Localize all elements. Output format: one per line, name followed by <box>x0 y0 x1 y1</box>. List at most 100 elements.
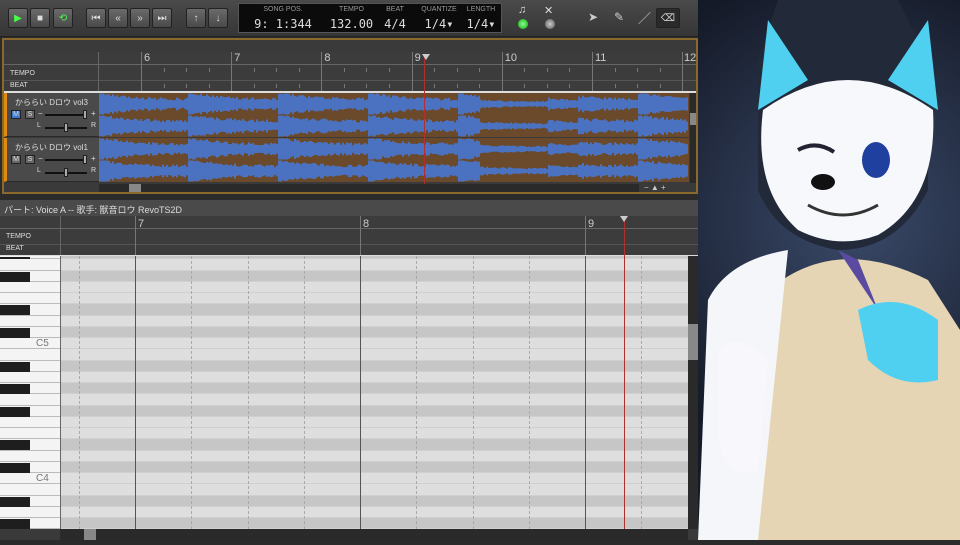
note-row[interactable] <box>60 327 688 338</box>
note-row[interactable] <box>60 496 688 507</box>
piano-key[interactable] <box>0 451 60 462</box>
piano-black-key[interactable] <box>0 463 30 473</box>
note-row[interactable] <box>60 394 688 405</box>
note-row[interactable] <box>60 282 688 293</box>
playhead[interactable] <box>624 220 625 529</box>
forward-end-button[interactable]: ⏭ <box>152 8 172 28</box>
track-header[interactable]: かららい Dロウ vol3 M S − + L R <box>4 93 99 137</box>
delete-bar-button[interactable]: ↓ <box>208 8 228 28</box>
note-row[interactable] <box>60 271 688 282</box>
track-name: かららい Dロウ vol3 <box>15 97 88 108</box>
mute-button[interactable]: M <box>11 155 21 164</box>
piano-key[interactable] <box>0 473 60 484</box>
piano-roll-horizontal-scrollbar[interactable] <box>60 529 688 540</box>
pencil-tool-icon[interactable]: ✎ <box>614 10 624 24</box>
note-row[interactable] <box>60 338 688 349</box>
zoom-slider[interactable]: − ▲ + <box>644 183 666 192</box>
tempo-label: TEMPO <box>329 6 374 13</box>
note-row[interactable] <box>60 372 688 383</box>
note-row[interactable] <box>60 293 688 304</box>
piano-key[interactable] <box>0 372 60 383</box>
note-row[interactable] <box>60 484 688 495</box>
volume-slider[interactable] <box>45 114 87 116</box>
mute-button[interactable]: M <box>11 110 21 119</box>
piano-key[interactable] <box>0 428 60 439</box>
piano-key[interactable] <box>0 316 60 327</box>
solo-button[interactable]: S <box>25 110 35 119</box>
line-tool-icon[interactable]: ／ <box>638 8 651 27</box>
note-row[interactable] <box>60 462 688 473</box>
metronome-led[interactable] <box>518 19 528 29</box>
piano-key[interactable] <box>0 282 60 293</box>
note-row[interactable] <box>60 316 688 327</box>
fast-forward-button[interactable]: » <box>130 8 150 28</box>
quantize-select[interactable]: 1/4▾ <box>419 17 459 31</box>
key-label-c5: C5 <box>36 338 49 349</box>
measure-number: 9 <box>415 52 421 64</box>
piano-black-key[interactable] <box>0 328 30 338</box>
note-row[interactable] <box>60 406 688 417</box>
beat-lane-label: BEAT <box>10 82 28 89</box>
measure-gridline <box>585 256 586 529</box>
stop-button[interactable]: ■ <box>30 8 50 28</box>
track-header[interactable]: かららい Dロウ vol1 M S − + L R <box>4 138 99 182</box>
arrangement-ruler[interactable]: TEMPO BEAT 6 7 8 9 10 11 12 <box>4 52 696 92</box>
piano-black-key[interactable] <box>0 362 30 372</box>
piano-roll-ruler[interactable]: TEMPO BEAT 7 8 9 <box>0 216 698 256</box>
piano-key[interactable] <box>0 394 60 405</box>
playhead[interactable] <box>424 54 425 184</box>
piano-black-key[interactable] <box>0 384 30 394</box>
auto-scroll-led[interactable] <box>545 19 555 29</box>
note-row[interactable] <box>60 417 688 428</box>
piano-key[interactable] <box>0 507 60 518</box>
note-row[interactable] <box>60 473 688 484</box>
upper-horizontal-scrollbar[interactable] <box>99 184 639 192</box>
piano-key[interactable] <box>0 293 60 304</box>
beat-lane-label: BEAT <box>6 245 24 252</box>
note-row[interactable] <box>60 259 688 270</box>
quantize-label: QUANTIZE <box>419 6 459 13</box>
note-row[interactable] <box>60 451 688 462</box>
piano-black-key[interactable] <box>0 440 30 450</box>
note-grid[interactable]: C5 C4 <box>0 256 698 529</box>
length-select[interactable]: 1/4▾ <box>463 17 499 31</box>
piano-key[interactable] <box>0 484 60 495</box>
upper-vertical-scrollbar[interactable] <box>690 93 696 183</box>
insert-bar-button[interactable]: ↑ <box>186 8 206 28</box>
rewind-start-button[interactable]: ⏮ <box>86 8 106 28</box>
waveform-area[interactable] <box>99 93 689 183</box>
measure-number: 12 <box>684 52 696 64</box>
note-row[interactable] <box>60 507 688 518</box>
auto-scroll-icon[interactable]: ✕ <box>544 4 553 17</box>
beat-value[interactable]: 4/4 <box>381 17 409 31</box>
piano-black-key[interactable] <box>0 497 30 507</box>
eraser-tool-icon[interactable]: ⌫ <box>656 8 680 28</box>
note-row[interactable] <box>60 349 688 360</box>
piano-black-key[interactable] <box>0 407 30 417</box>
piano-roll-vertical-scrollbar[interactable] <box>688 256 698 529</box>
tempo-value[interactable]: 132.00 <box>329 17 374 31</box>
song-pos-value[interactable]: 9: 1:344 <box>253 17 313 31</box>
note-row[interactable] <box>60 383 688 394</box>
note-row[interactable] <box>60 428 688 439</box>
note-row[interactable] <box>60 304 688 315</box>
note-row[interactable] <box>60 361 688 372</box>
piano-black-key[interactable] <box>0 272 30 282</box>
pointer-tool-icon[interactable]: ➤ <box>588 10 598 24</box>
piano-key[interactable] <box>0 349 60 360</box>
note-row[interactable] <box>60 439 688 450</box>
note-row[interactable] <box>60 518 688 529</box>
piano-black-key[interactable] <box>0 305 30 315</box>
beat-gridline <box>79 256 80 529</box>
solo-button[interactable]: S <box>25 155 35 164</box>
beat-gridline <box>473 256 474 529</box>
volume-slider[interactable] <box>45 159 87 161</box>
piano-key[interactable] <box>0 259 60 270</box>
piano-key[interactable] <box>0 338 60 349</box>
rewind-button[interactable]: « <box>108 8 128 28</box>
piano-key[interactable] <box>0 417 60 428</box>
play-button[interactable]: ▶ <box>8 8 28 28</box>
metronome-icon[interactable]: ♫ <box>518 4 526 16</box>
loop-button[interactable]: ⟲ <box>53 8 73 28</box>
piano-black-key[interactable] <box>0 519 30 529</box>
